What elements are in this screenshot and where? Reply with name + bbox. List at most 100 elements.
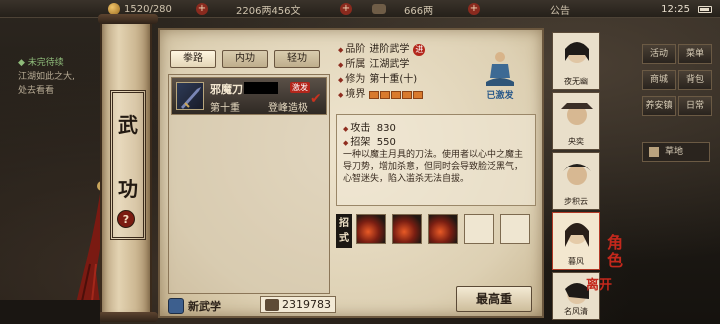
advance-icon[interactable]: 进 (413, 43, 426, 56)
skill-name: 邪魔刀 (210, 83, 243, 96)
skill-panel: 拳路 内功 轻功 邪魔刀 激发 第十重 登峰造极 ✔ 品阶进阶武学进 所属江湖武… (158, 28, 544, 318)
title-scroll: 武 功 ? (98, 14, 158, 322)
map-location-button[interactable]: 草地 (642, 142, 710, 162)
cultivation-value: 第十重(十) (369, 74, 418, 85)
realm-pip (369, 90, 380, 99)
book-icon (168, 298, 184, 314)
announcement-button[interactable]: 公告 (550, 2, 570, 17)
scroll-roller-top (98, 14, 158, 24)
skill-points: 2319783 (260, 296, 336, 313)
parry-value: 550 (376, 137, 396, 148)
character-tab-char-2: 色 (606, 251, 623, 270)
skill-row[interactable]: 邪魔刀 激发 第十重 登峰造极 ✔ (171, 77, 327, 115)
gold (372, 2, 386, 16)
battery-icon (698, 5, 712, 13)
move-slot-2[interactable] (392, 214, 422, 244)
realm-pip (402, 90, 413, 99)
gold-amount: 666两 (404, 2, 434, 17)
character-portrait-icon (563, 164, 591, 185)
character-card[interactable]: 步积云 (552, 152, 600, 210)
bottom-strip (0, 300, 100, 324)
character-tab-char-1: 角 (606, 233, 623, 252)
attack-stat: 攻击 830 (343, 119, 396, 134)
quest-tracker[interactable]: ◆ 未完待续 江湖如此之大, 处去看看 (18, 56, 98, 98)
character-portrait-icon (565, 223, 589, 247)
map-location-label: 草地 (665, 147, 684, 157)
menu-activity[interactable]: 活动 (642, 44, 676, 64)
max-level-button[interactable]: 最高重 (456, 286, 532, 312)
menu-daily[interactable]: 日常 (678, 96, 712, 116)
realm-pip (380, 90, 391, 99)
meditating-figure-icon (486, 52, 514, 86)
title-char-2: 功 (118, 177, 138, 201)
grade-label: 品阶 (338, 42, 365, 58)
stamina-value: 1520/280 (124, 3, 172, 15)
quest-title: 未完待续 (27, 58, 64, 68)
tab-inner[interactable]: 内功 (222, 50, 268, 68)
purse-icon (372, 4, 386, 14)
new-skill-button[interactable]: 新武学 (168, 298, 221, 314)
silver: 2206两456文 (236, 2, 301, 17)
skill-progress: 登峰造极 (268, 103, 308, 114)
school-label: 所属 (338, 57, 365, 73)
parry-label: 招架 (343, 137, 370, 148)
points-icon (265, 298, 279, 311)
moves-tag: 招式 (336, 214, 352, 248)
menu-bag[interactable]: 背包 (678, 70, 712, 90)
quest-line-2: 处去看看 (18, 86, 55, 96)
check-icon: ✔ (310, 91, 322, 107)
school-value: 江湖武学 (369, 59, 410, 70)
new-skill-label: 新武学 (188, 300, 221, 313)
character-card[interactable]: 夜无幽 (552, 32, 600, 90)
menu-shop[interactable]: 商城 (642, 70, 676, 90)
redacted-mark (244, 82, 278, 94)
move-slot-5[interactable] (500, 214, 530, 244)
character-portrait-icon (561, 103, 593, 125)
title-char-1: 武 (118, 113, 138, 137)
cultivation-label: 修为 (338, 72, 365, 88)
silver-value: 2206两456文 (236, 5, 301, 17)
move-slot-1[interactable] (356, 214, 386, 244)
menu-town[interactable]: 养安镇 (642, 96, 676, 116)
plus-icon: + (196, 3, 208, 15)
tab-fist[interactable]: 拳路 (170, 50, 216, 68)
skill-level: 第十重 (210, 103, 240, 114)
parry-stat: 招架 550 (343, 133, 396, 148)
gold-value: 666两 (404, 5, 434, 17)
leave-button[interactable]: 离开 (586, 274, 614, 293)
character-card[interactable]: 央奕 (552, 92, 600, 150)
plus-icon: + (468, 3, 480, 15)
stance-portrait: 已激发 (478, 48, 522, 104)
skill-list: 邪魔刀 激发 第十重 登峰造极 ✔ (168, 74, 330, 294)
character-name: 名风清 (564, 307, 588, 316)
map-icon (649, 147, 659, 157)
activated-label: 已激发 (486, 91, 514, 101)
add-stamina-button[interactable]: + (196, 2, 208, 16)
description-box: 攻击 830 招架 550 一种以魔主月具的刀法。使用者以心中之魔主导刀势，增加… (336, 114, 536, 206)
character-tab-label[interactable]: 角 色 (604, 234, 626, 270)
realm-pip (413, 90, 424, 99)
saber-skill-icon (176, 82, 204, 110)
character-card-selected[interactable]: 暮风 (552, 212, 600, 270)
points-value: 2319783 (282, 298, 331, 311)
menu-main[interactable]: 菜单 (678, 44, 712, 64)
quest-line-1: 江湖如此之大, (18, 72, 75, 82)
skill-description: 一种以魔主月具的刀法。使用者以心中之魔主导刀势，增加杀意，但同时会导致脸泛黑气，… (343, 150, 524, 184)
scroll-roller-bottom (98, 312, 158, 322)
grade-value: 进阶武学 (369, 44, 410, 55)
skill-info: 品阶进阶武学进 所属江湖武学 修为第十重(十) 境界 (338, 42, 458, 102)
character-name: 步积云 (564, 197, 588, 206)
quest-arrow-icon: ◆ (18, 58, 28, 68)
tab-lightness[interactable]: 轻功 (274, 50, 320, 68)
character-name: 暮风 (568, 257, 584, 266)
move-slot-4[interactable] (464, 214, 494, 244)
add-silver-button[interactable]: + (340, 2, 352, 16)
realm-bar (369, 90, 424, 99)
move-slot-3[interactable] (428, 214, 458, 244)
character-name: 夜无幽 (564, 77, 588, 86)
plus-icon: + (340, 3, 352, 15)
clock: 12:25 (661, 2, 712, 16)
add-gold-button[interactable]: + (468, 2, 480, 16)
realm-pip (391, 90, 402, 99)
help-icon[interactable]: ? (117, 210, 135, 228)
